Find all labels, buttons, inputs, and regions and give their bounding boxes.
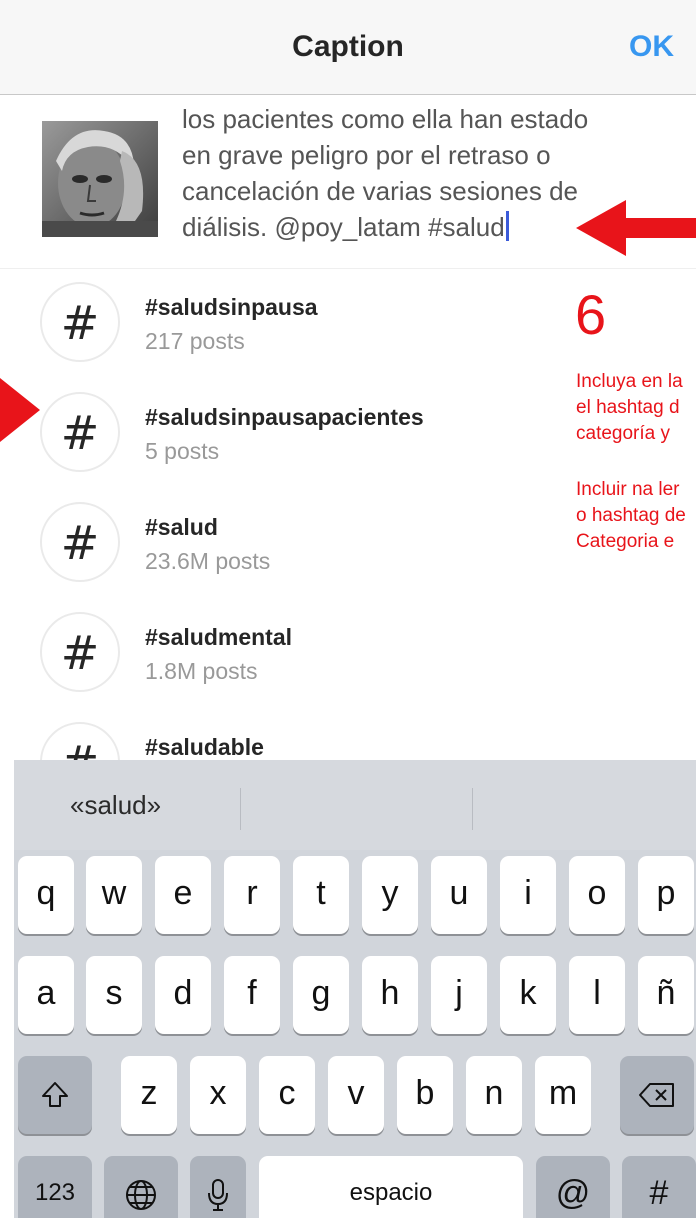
- key-n[interactable]: n: [466, 1056, 522, 1134]
- key-g[interactable]: g: [293, 956, 349, 1034]
- at-key[interactable]: @: [536, 1156, 610, 1218]
- annotation-text-pt-1: Incluir na ler: [576, 479, 680, 500]
- key-p[interactable]: p: [638, 856, 694, 934]
- key-s[interactable]: s: [86, 956, 142, 1034]
- hashtag-suggestion[interactable]: # #saludmental 1.8M posts: [0, 600, 560, 710]
- globe-icon: [126, 1180, 156, 1211]
- annotation-arrow-right-icon: [0, 378, 40, 442]
- key-u[interactable]: u: [431, 856, 487, 934]
- key-w[interactable]: w: [86, 856, 142, 934]
- annotation-step-number: 6: [575, 283, 607, 346]
- annotation-text-es-3: categoría y: [576, 423, 670, 444]
- hashtag-icon: #: [40, 722, 120, 760]
- text-cursor: [505, 211, 509, 241]
- hashtag-icon: #: [40, 502, 120, 582]
- hash-key[interactable]: #: [622, 1156, 696, 1218]
- nav-bar: Caption OK: [0, 0, 696, 95]
- key-o[interactable]: o: [569, 856, 625, 934]
- hashtag-suggestion[interactable]: # #saludsinpausa 217 posts: [0, 270, 560, 380]
- hashtag-suggestion[interactable]: # #saludable: [0, 710, 560, 760]
- key-z[interactable]: z: [121, 1056, 177, 1134]
- globe-key[interactable]: [104, 1156, 178, 1218]
- hashtag-name: #saludsinpausa: [145, 294, 318, 320]
- hashtag-icon: #: [40, 282, 120, 362]
- key-e[interactable]: e: [155, 856, 211, 934]
- hashtag-name: #saludable: [145, 734, 264, 760]
- key-j[interactable]: j: [431, 956, 487, 1034]
- post-thumbnail: [42, 121, 158, 237]
- space-key[interactable]: espacio: [259, 1156, 523, 1218]
- key-a[interactable]: a: [18, 956, 74, 1034]
- hashtag-icon: #: [40, 392, 120, 472]
- annotation-text-pt-3: Categoria e: [576, 531, 675, 552]
- annotation-text-es-2: el hashtag d: [576, 397, 680, 418]
- keyboard: «salud» q w e r t y u i o p a s d f g h …: [14, 760, 696, 1218]
- prediction-suggestion[interactable]: «salud»: [70, 790, 161, 821]
- hashtag-post-count: 5 posts: [145, 438, 220, 464]
- key-n-tilde[interactable]: ñ: [638, 956, 694, 1034]
- key-f[interactable]: f: [224, 956, 280, 1034]
- hashtag-suggestion[interactable]: # #salud 23.6M posts: [0, 490, 560, 600]
- prediction-divider: [472, 788, 473, 830]
- backspace-key[interactable]: [620, 1056, 694, 1134]
- key-b[interactable]: b: [397, 1056, 453, 1134]
- caption-text-content: los pacientes como ella han estado en gr…: [182, 104, 589, 242]
- key-m[interactable]: m: [535, 1056, 591, 1134]
- key-t[interactable]: t: [293, 856, 349, 934]
- key-i[interactable]: i: [500, 856, 556, 934]
- annotation-text-pt-2: o hashtag de: [576, 505, 686, 526]
- page-title: Caption: [292, 30, 404, 63]
- dictation-key[interactable]: [190, 1156, 246, 1218]
- shift-key[interactable]: [18, 1056, 92, 1134]
- key-v[interactable]: v: [328, 1056, 384, 1134]
- caption-screen: Caption OK los pacientes como ella han e…: [0, 0, 696, 1218]
- ok-button[interactable]: OK: [629, 30, 674, 64]
- key-y[interactable]: y: [362, 856, 418, 934]
- hashtag-post-count: 217 posts: [145, 328, 245, 354]
- key-l[interactable]: l: [569, 956, 625, 1034]
- backspace-icon: [639, 1083, 674, 1108]
- hashtag-name: #salud: [145, 514, 218, 540]
- numbers-key[interactable]: 123: [18, 1156, 92, 1218]
- key-k[interactable]: k: [500, 956, 556, 1034]
- hashtag-suggestion[interactable]: # #saludsinpausapacientes 5 posts: [0, 380, 560, 490]
- hashtag-name: #saludsinpausapacientes: [145, 404, 424, 430]
- microphone-icon: [208, 1179, 228, 1212]
- hashtag-name: #saludmental: [145, 624, 292, 650]
- key-c[interactable]: c: [259, 1056, 315, 1134]
- hashtag-icon: #: [40, 612, 120, 692]
- key-d[interactable]: d: [155, 956, 211, 1034]
- prediction-bar: «salud»: [14, 760, 696, 850]
- key-x[interactable]: x: [190, 1056, 246, 1134]
- key-q[interactable]: q: [18, 856, 74, 934]
- shift-icon: [42, 1082, 68, 1108]
- hashtag-post-count: 23.6M posts: [145, 548, 271, 574]
- prediction-divider: [240, 788, 241, 830]
- key-h[interactable]: h: [362, 956, 418, 1034]
- annotation-text-es-1: Incluya en la: [576, 371, 683, 392]
- key-r[interactable]: r: [224, 856, 280, 934]
- annotation-arrow-left-icon: [576, 200, 696, 256]
- hashtag-post-count: 1.8M posts: [145, 658, 258, 684]
